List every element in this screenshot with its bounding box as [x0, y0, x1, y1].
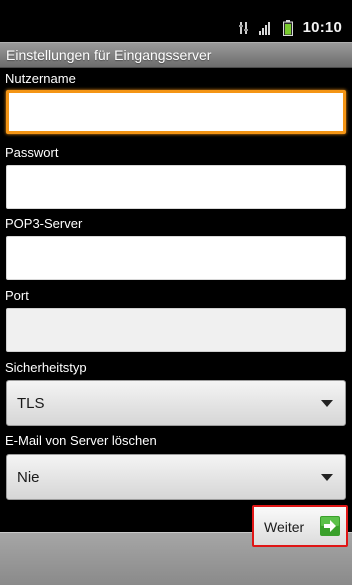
chevron-down-icon	[321, 474, 333, 481]
next-button[interactable]: Weiter	[252, 505, 348, 547]
signal-strength-icon	[258, 22, 270, 35]
pop3-server-label: POP3-Server	[5, 216, 83, 231]
battery-icon	[282, 20, 293, 36]
status-time: 10:10	[302, 19, 342, 36]
security-type-value: TLS	[17, 395, 45, 412]
delete-from-server-select[interactable]: Nie	[6, 454, 346, 500]
port-field[interactable]	[6, 308, 346, 352]
delete-from-server-value: Nie	[17, 469, 40, 486]
status-icons: 10:10	[238, 19, 342, 36]
security-type-select[interactable]: TLS	[6, 380, 346, 426]
security-type-label: Sicherheitstyp	[5, 360, 87, 375]
username-label: Nutzername	[5, 71, 76, 86]
delete-from-server-label: E-Mail von Server löschen	[5, 433, 157, 448]
port-label: Port	[5, 288, 29, 303]
pop3-server-field[interactable]	[6, 236, 346, 280]
password-label: Passwort	[5, 145, 59, 160]
password-field[interactable]	[6, 165, 346, 209]
page-title: Einstellungen für Eingangsserver	[6, 47, 212, 63]
chevron-down-icon	[321, 400, 333, 407]
title-bar: Einstellungen für Eingangsserver	[0, 42, 352, 68]
next-button-label: Weiter	[264, 519, 305, 535]
data-sync-icon	[238, 22, 248, 34]
username-field[interactable]	[6, 90, 346, 134]
arrow-right-icon	[320, 516, 340, 536]
status-bar: 10:10	[0, 0, 352, 40]
